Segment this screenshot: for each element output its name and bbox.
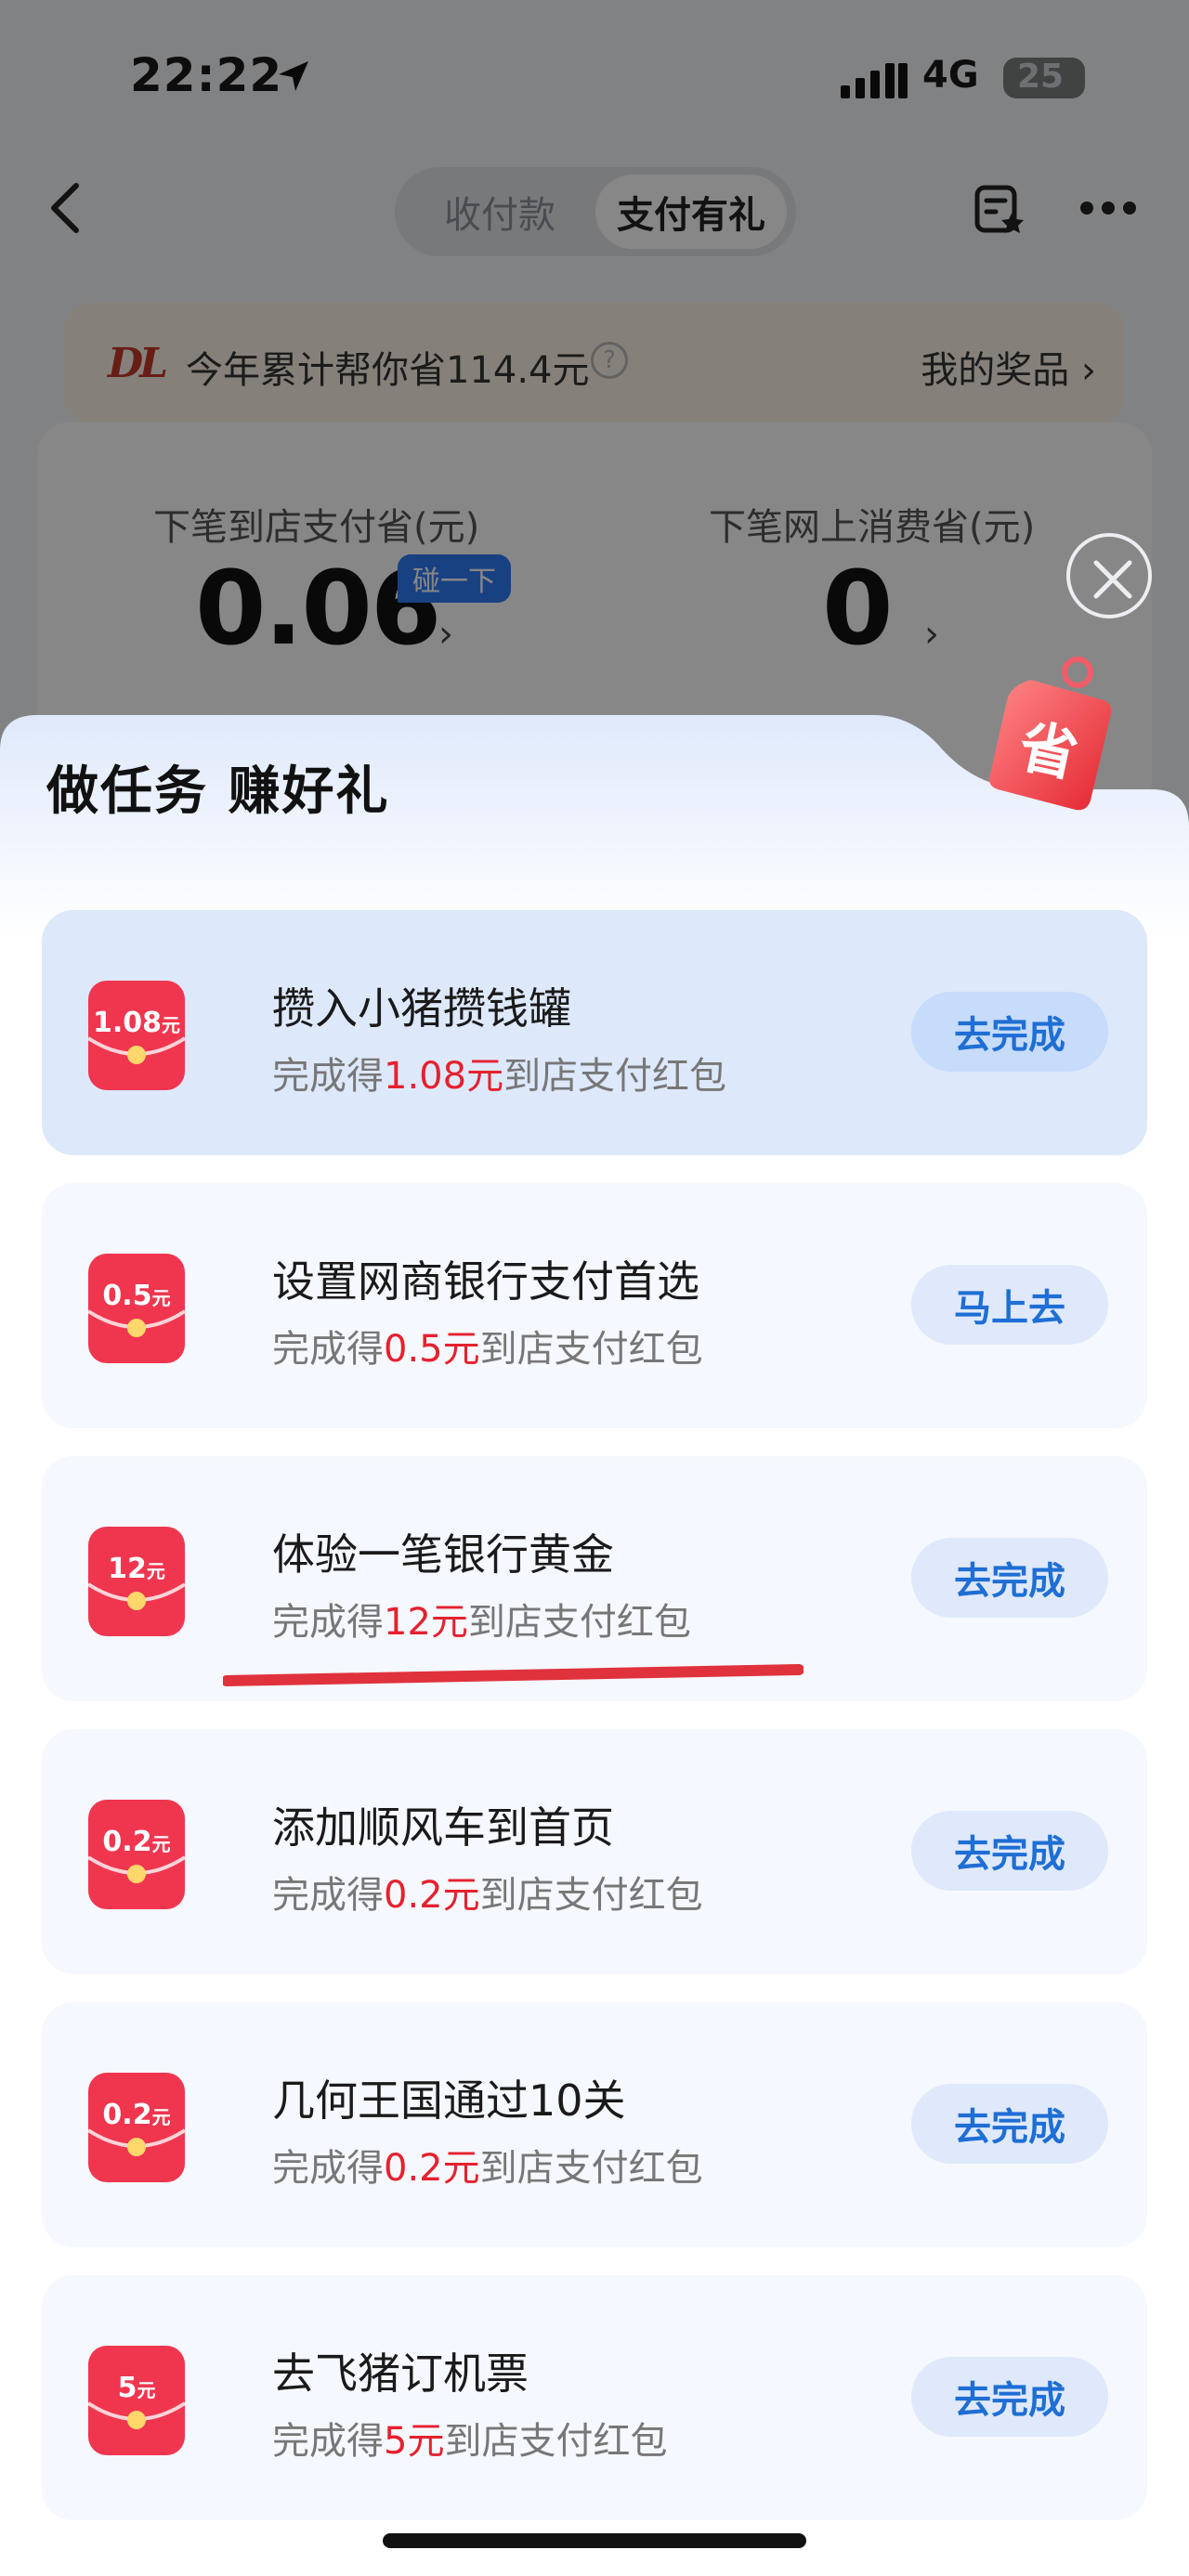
envelope-amount: 0.5 [102,1280,152,1312]
savings-summary-bar[interactable]: DL 今年累计帮你省114.4元 ? 我的奖品 › [65,303,1124,423]
chevron-right-icon: › [924,613,939,656]
task-reward-text: 完成得1.08元到店支付红包 [272,1055,727,1098]
status-time: 22:22 [130,48,283,102]
task-title: 设置网商银行支付首选 [272,1256,699,1307]
task-title: 体验一笔银行黄金 [272,1529,614,1580]
envelope-amount: 5 [117,2372,137,2404]
tap-badge: 碰一下 [398,554,511,603]
online-savings-label: 下笔网上消费省(元) [709,506,1036,549]
envelope-unit: 元 [146,1560,165,1582]
red-envelope-icon: 0.2元 [86,2073,187,2182]
task-title: 攒入小猪攒钱罐 [272,983,571,1034]
task-reward-text: 完成得0.5元到店支付红包 [272,1328,703,1371]
star-list-icon[interactable] [972,182,1027,238]
savings-tag-icon: 省 [989,657,1112,811]
red-envelope-icon: 1.08元 [86,981,187,1090]
my-prizes-link[interactable]: 我的奖品 › [921,340,1096,394]
task-reward-text: 完成得12元到店支付红包 [272,1601,691,1644]
task-card[interactable]: 0.2元 添加顺风车到首页 完成得0.2元到店支付红包 去完成 [42,1729,1147,1974]
dl-logo: DL [108,340,168,387]
task-card[interactable]: 5元 去飞猪订机票 完成得5元到店支付红包 去完成 [42,2275,1147,2520]
online-savings-value[interactable]: 0 [822,549,894,668]
close-button[interactable] [1066,533,1152,618]
location-arrow-icon [279,61,308,91]
help-circle-icon[interactable]: ? [591,342,628,379]
status-bar: 22:22 4G 25 [0,0,1189,158]
network-type: 4G [922,54,979,97]
red-envelope-icon: 5元 [86,2346,187,2455]
back-chevron-icon[interactable] [46,180,84,236]
envelope-unit: 元 [137,2379,156,2401]
red-underline-annotation [223,1664,804,1686]
task-reward-text: 完成得0.2元到店支付红包 [272,1874,703,1917]
chevron-right-icon: › [438,613,453,656]
cellular-signal-icon [841,63,908,98]
task-title: 去飞猪订机票 [272,2348,529,2399]
task-title: 添加顺风车到首页 [272,1802,614,1853]
envelope-amount: 0.2 [102,1826,152,1858]
task-sheet: 做任务 赚好礼 省 1.08元 攒入小猪攒钱罐 完成得1.08元到店支付红包 去… [0,657,1189,2576]
tab-collect-pay[interactable]: 收付款 [404,175,595,249]
task-card[interactable]: 1.08元 攒入小猪攒钱罐 完成得1.08元到店支付红包 去完成 [42,910,1147,1155]
go-complete-button[interactable]: 去完成 [911,1538,1108,1618]
go-complete-button[interactable]: 去完成 [911,1811,1108,1891]
envelope-unit: 元 [151,1287,171,1309]
go-complete-button[interactable]: 去完成 [911,2357,1108,2437]
home-indicator [383,2533,806,2548]
sheet-title: 做任务 赚好礼 [46,761,390,822]
envelope-amount: 1.08 [92,1007,163,1039]
more-dots-icon[interactable] [1079,201,1137,215]
envelope-unit: 元 [151,1833,171,1855]
red-envelope-icon: 0.2元 [86,1800,187,1909]
go-complete-button[interactable]: 去完成 [911,2084,1108,2164]
go-complete-button[interactable]: 去完成 [911,992,1108,1072]
tab-pay-rewards[interactable]: 支付有礼 [595,175,787,249]
yearly-savings-text: 今年累计帮你省114.4元 [186,349,590,392]
instore-savings-label: 下笔到店支付省(元) [153,506,480,549]
envelope-unit: 元 [151,2106,171,2128]
task-title: 几何王国通过10关 [272,2075,626,2126]
close-icon [1093,560,1132,599]
battery-level: 25 [1017,58,1065,96]
segmented-control: 收付款 支付有礼 [395,167,796,256]
red-envelope-icon: 0.5元 [86,1254,187,1363]
envelope-amount: 0.2 [102,2099,152,2131]
envelope-unit: 元 [162,1014,181,1036]
red-envelope-icon: 12元 [86,1527,187,1636]
task-card[interactable]: 0.2元 几何王国通过10关 完成得0.2元到店支付红包 去完成 [42,2002,1147,2247]
task-reward-text: 完成得5元到店支付红包 [272,2420,668,2463]
task-card[interactable]: 0.5元 设置网商银行支付首选 完成得0.5元到店支付红包 马上去 [42,1183,1147,1428]
task-reward-text: 完成得0.2元到店支付红包 [272,2147,703,2190]
envelope-amount: 12 [108,1553,147,1585]
top-nav: 收付款 支付有礼 [0,158,1189,260]
go-now-button[interactable]: 马上去 [911,1265,1108,1345]
